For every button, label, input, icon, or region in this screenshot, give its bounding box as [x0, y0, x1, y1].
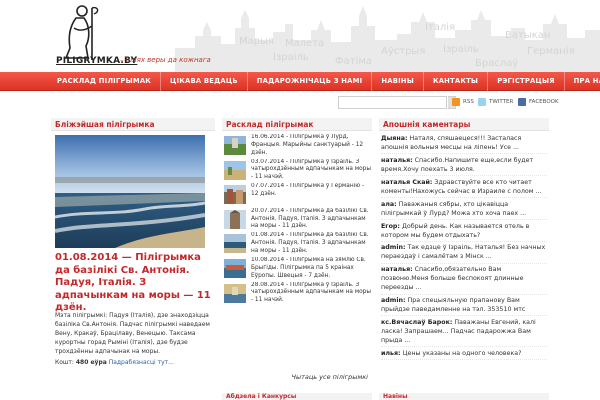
comment-text: Цены указаны на одного человека?	[400, 350, 522, 358]
skyline-city-label: Ватыкан	[505, 30, 551, 41]
schedule-item[interactable]: 20.07.2014 - Пілігрымка да базілікі Св. …	[222, 208, 372, 231]
comment-text: Паважаныя сябры, хто цікавіцца пілігрымк…	[381, 200, 527, 217]
facebook-icon	[518, 98, 526, 106]
feature-cost: Кошт: 480 еўра Падрабязнасці тут...	[55, 358, 213, 367]
schedule-item[interactable]: 03.07.2014 - Пілігрымка ў Ізраіль. З чат…	[222, 159, 372, 182]
skyline-city-label: Аўстрыя	[381, 46, 426, 57]
schedule-date: 16.06.2014	[251, 134, 285, 140]
comment-item[interactable]: Егор: Добрый день. Как называется отель …	[381, 222, 547, 242]
comment-item[interactable]: ала: Паважаныя сябры, хто цікавіцца пілі…	[381, 200, 547, 220]
comment-item[interactable]: илья: Цены указаны на одного человека?	[381, 349, 547, 361]
comment-author: кс.Вячаслаў Барок:	[381, 319, 453, 327]
schedule-list: 16.06.2014 - Пілігрымка ў Лурд, Францыя.…	[222, 134, 372, 306]
comment-item[interactable]: admin: Так едзце ў Ізраіль, Наталья! Без…	[381, 243, 547, 264]
schedule-item[interactable]: 16.06.2014 - Пілігрымка ў Лурд, Францыя.…	[222, 134, 372, 157]
comment-item[interactable]: Дыяна: Наталя, спяшаецеся!!! Засталася а…	[381, 134, 547, 155]
comment-author: Егор:	[381, 222, 400, 230]
comment-item[interactable]: наталья Скай: Здравствуйте все кто читае…	[381, 178, 547, 198]
nav-item-travel-with-us[interactable]: ПАДАРОЖНІЧАЦЬ З НАМІ	[248, 72, 373, 91]
search-input[interactable]	[338, 96, 447, 109]
schedule-thumbnail	[224, 258, 246, 278]
twitter-link[interactable]: TWITTER	[478, 97, 513, 107]
comment-author: Дыяна:	[381, 135, 408, 142]
site-header: Марыя Малета Ізраіль Аўстрыя Ізраіль Гер…	[0, 0, 600, 72]
schedule-heading: Расклад пілігрымак	[222, 118, 372, 131]
comment-item[interactable]: admin: Пра спецыяльную прапанову Вам пры…	[381, 296, 547, 317]
nav-item-contacts[interactable]: КАНТАКТЫ	[424, 72, 489, 91]
comments-list: Дыяна: Наталя, спяшаецеся!!! Засталася а…	[381, 134, 547, 362]
skyline-city-label: Германія	[527, 46, 575, 57]
comment-item[interactable]: наталья: Спасибо.Напишите еще,если будет…	[381, 156, 547, 177]
nearest-pilgrimage-panel: Бліжэйшая пілігрымка 01.08.2014 — Пілігр…	[51, 118, 215, 400]
schedule-item[interactable]: 28.08.2014 - Пілігрымка ў Ізраіль. З чат…	[222, 282, 372, 305]
schedule-thumbnail	[224, 160, 246, 180]
comment-text: Добрый день. Как называется отель в кото…	[381, 222, 530, 239]
schedule-item[interactable]: 07.07.2014 - Пілігрымка ў Германію - 12 …	[222, 183, 372, 206]
schedule-date: 20.07.2014	[251, 207, 285, 214]
comment-author: ала:	[381, 200, 397, 208]
schedule-thumbnail	[224, 185, 246, 205]
twitter-label: TWITTER	[489, 99, 514, 105]
feature-sea-image[interactable]	[55, 135, 205, 248]
schedule-date: 01.08.2014	[251, 232, 285, 239]
skyline-city-label: Ізраіль	[273, 52, 309, 63]
comment-text: Так едзце ў Ізраіль, Наталья! Без начных…	[381, 244, 546, 261]
logo-slogan: – шлях веры да кожнага	[120, 56, 211, 64]
nav-item-registration[interactable]: РЭГІСТРАЦЫЯ	[488, 72, 565, 91]
feature-more-link[interactable]: Падрабязнасці тут...	[109, 359, 174, 366]
bottom-middle-heading: Абдзела і Канкурсы	[222, 393, 372, 400]
feature-description: Мэта пілігрымкі: Падуя (Італія), дзе зна…	[55, 312, 210, 355]
schedule-date: 28.08.2014	[251, 281, 285, 288]
rss-icon	[452, 98, 460, 106]
nav-item-schedule[interactable]: РАСКЛАД ПІЛІГРЫМАК	[48, 72, 162, 91]
comment-author: наталья:	[381, 156, 413, 164]
main-navigation: РАСКЛАД ПІЛІГРЫМАК ЦІКАВА ВЕДАЦЬ ПАДАРОЖ…	[0, 72, 600, 91]
facebook-label: FACEBOOK	[529, 99, 559, 105]
schedule-date: 03.07.2014	[251, 158, 285, 165]
schedule-item[interactable]: 01.08.2014 - Пілігрымка да базілікі Св. …	[222, 232, 372, 255]
schedule-thumbnail	[224, 234, 246, 254]
rss-label: RSS	[463, 99, 474, 105]
cost-value: 480 еўра	[75, 359, 107, 366]
comment-author: илья:	[381, 350, 401, 358]
comments-panel: Апошнія каментары Дыяна: Наталя, спяшаец…	[379, 118, 549, 400]
nearest-heading: Бліжэйшая пілігрымка	[51, 118, 215, 131]
feature-title-link[interactable]: 01.08.2014 — Пілігрымка да базілікі Св. …	[55, 252, 213, 315]
comment-author: admin:	[381, 244, 406, 252]
comment-item[interactable]: наталья: Спасибо,обязательно Вам позвоню…	[381, 265, 547, 295]
pilgrim-logo-icon[interactable]	[54, 2, 106, 62]
nav-item-about[interactable]: ПРА НАС	[565, 72, 600, 91]
header-skyline-banner: Марыя Малета Ізраіль Аўстрыя Ізраіль Гер…	[175, 0, 600, 72]
rss-link[interactable]: RSS	[452, 97, 474, 107]
skyline-city-label: Браслаў	[475, 58, 519, 69]
schedule-date: 07.07.2014	[251, 183, 285, 190]
schedule-date: 10.08.2014	[251, 256, 285, 263]
skyline-city-label: Фатіма	[335, 56, 373, 67]
skyline-city-label: Ізраіль	[443, 44, 479, 55]
twitter-icon	[478, 98, 486, 106]
schedule-read-all-link[interactable]: Чытаць усе пілігрымкі	[292, 373, 369, 381]
bottom-right-heading: Навіны	[379, 393, 549, 400]
schedule-thumbnail	[224, 136, 246, 155]
comment-author: наталья Скай:	[381, 178, 433, 186]
cost-label: Кошт:	[55, 359, 74, 366]
schedule-panel: Расклад пілігрымак 16.06.2014 - Пілігрым…	[222, 118, 372, 400]
schedule-item[interactable]: 10.08.2014 - Пілігрымка на зямлю Св. Бры…	[222, 257, 372, 280]
skyline-city-label: Малета	[285, 38, 325, 49]
schedule-thumbnail	[224, 283, 246, 303]
comment-author: admin:	[381, 297, 406, 305]
facebook-link[interactable]: FACEBOOK	[518, 97, 559, 107]
comments-heading: Апошнія каментары	[379, 118, 549, 131]
nav-item-news[interactable]: НАВІНЫ	[372, 72, 424, 91]
skyline-city-label: Італія	[425, 22, 456, 33]
schedule-thumbnail	[224, 209, 246, 229]
comment-author: наталья:	[381, 266, 413, 274]
skyline-city-label: Марыя	[239, 36, 275, 47]
comment-item[interactable]: кс.Вячаслаў Барок: Паважаны Евгений, кал…	[381, 318, 547, 348]
nav-item-interesting[interactable]: ЦІКАВА ВЕДАЦЬ	[161, 72, 248, 91]
